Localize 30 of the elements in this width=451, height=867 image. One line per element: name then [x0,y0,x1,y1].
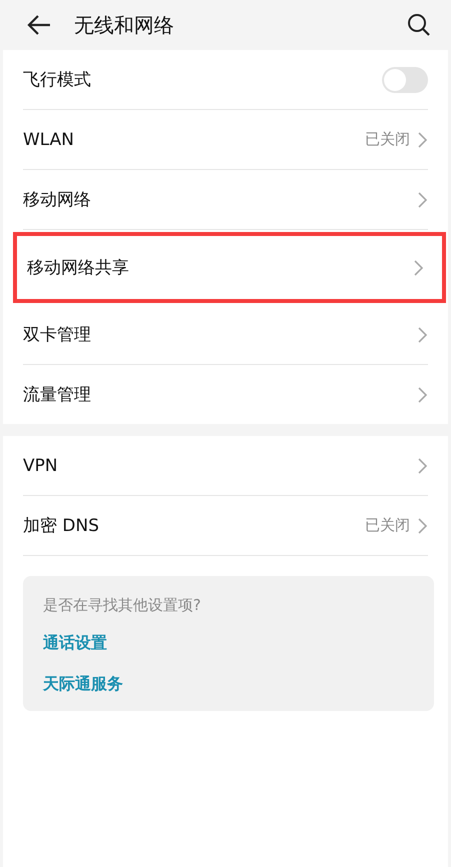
settings-row[interactable]: 流量管理 [23,365,428,424]
settings-row[interactable]: 加密 DNS 已关闭 [23,496,428,556]
toggle-switch[interactable] [382,66,428,92]
settings-row[interactable]: VPN [23,436,428,496]
chevron-icon [418,132,428,148]
back-arrow-icon[interactable] [26,14,52,36]
row-label: 移动网络 [23,189,91,211]
chevron-icon [418,518,428,534]
row-label: 加密 DNS [23,515,100,537]
settings-row[interactable]: 移动网络 [23,170,428,230]
settings-row[interactable]: 双卡管理 [23,305,428,365]
row-label: 双卡管理 [23,324,91,346]
settings-row[interactable]: 飞行模式 [23,50,428,110]
chevron-icon [418,326,428,342]
row-label: WLAN [23,130,74,150]
row-label: 移动网络共享 [27,257,129,279]
search-icon[interactable] [407,13,431,37]
settings-row[interactable]: 移动网络共享 [13,232,446,303]
row-label: VPN [23,456,58,476]
row-label: 流量管理 [23,384,91,406]
suggestion-question: 是否在寻找其他设置项? [43,596,202,615]
chevron-icon [418,386,428,402]
screen-title: 无线和网络 [74,12,175,38]
chevron-icon [418,192,428,208]
chevron-icon [414,260,424,276]
row-label: 飞行模式 [23,69,91,91]
status-text: 已关闭 [365,130,410,149]
settings-row[interactable]: WLAN 已关闭 [23,110,428,170]
chevron-icon [418,458,428,474]
status-text: 已关闭 [365,516,410,535]
